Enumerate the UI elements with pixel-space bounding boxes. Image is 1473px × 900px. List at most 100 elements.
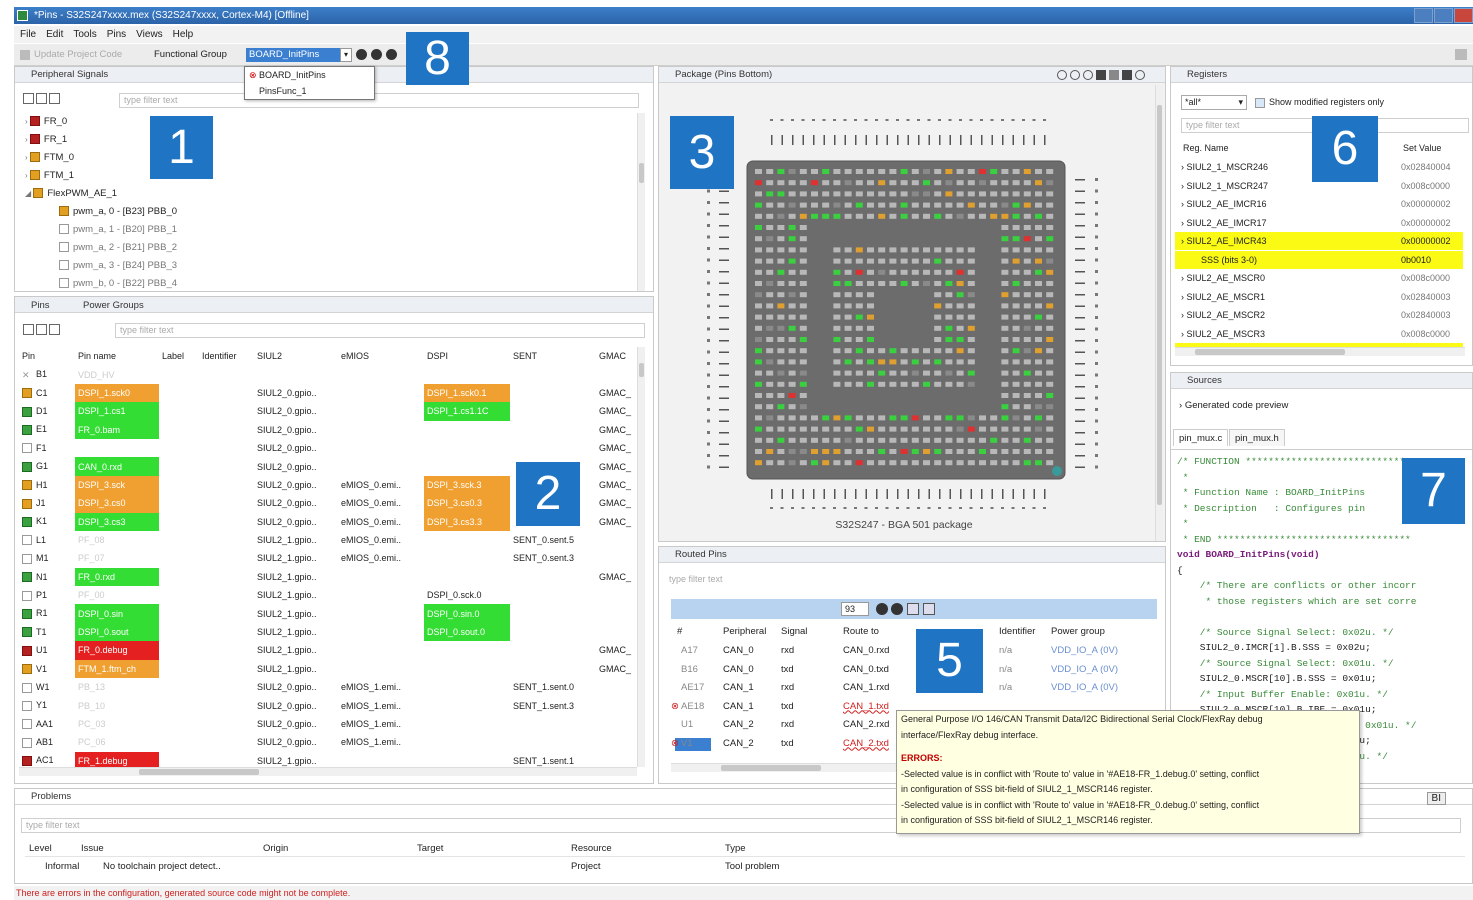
label-cell[interactable] (159, 476, 199, 494)
siul2-cell[interactable]: SIUL2_0.gpio.. (254, 402, 338, 420)
menu-tools[interactable]: Tools (73, 26, 96, 43)
routed-route[interactable]: CAN_0.rxd (843, 642, 889, 661)
dspi-cell[interactable] (424, 365, 510, 383)
problems-column-header[interactable]: Target (417, 843, 443, 854)
gmac-cell[interactable]: GMAC_ (596, 660, 636, 678)
tab-pins[interactable]: Pins (15, 297, 54, 312)
sent-cell[interactable]: SENT_1.sent.1 (510, 752, 596, 767)
siul2-cell[interactable]: SIUL2_0.gpio.. (254, 678, 338, 696)
sent-cell[interactable] (510, 402, 596, 420)
gmac-cell[interactable]: GMAC_ (596, 641, 636, 659)
sent-cell[interactable]: SENT_0.sent.3 (510, 549, 596, 567)
routed-column-header[interactable]: # (677, 623, 682, 642)
package-diagram[interactable] (669, 109, 1159, 529)
siul2-cell[interactable]: SIUL2_1.gpio.. (254, 752, 338, 767)
tab-power-groups[interactable]: Power Groups (73, 297, 149, 312)
table-row[interactable]: ✕ B1 VDD_HV (19, 365, 636, 383)
siul2-cell[interactable]: SIUL2_0.gpio.. (254, 494, 338, 512)
pins-column-header[interactable]: GMAC (596, 347, 636, 365)
label-cell[interactable] (159, 733, 199, 751)
emios-cell[interactable] (338, 586, 424, 604)
identifier-cell[interactable] (199, 439, 254, 457)
emios-cell[interactable] (338, 365, 424, 383)
zoom-in-icon[interactable] (1057, 70, 1067, 80)
label-cell[interactable] (159, 660, 199, 678)
identifier-cell[interactable] (199, 513, 254, 531)
register-row[interactable]: › SIUL2_AE_IMCR17 0x00000002 (1175, 214, 1463, 232)
emios-cell[interactable] (338, 402, 424, 420)
pins-column-header[interactable]: SIUL2 (254, 347, 338, 365)
register-row[interactable]: SSS (bits 3-0) 0b0010 (1175, 250, 1463, 269)
siul2-cell[interactable]: SIUL2_1.gpio.. (254, 531, 338, 549)
checkbox-icon[interactable] (59, 224, 69, 235)
label-cell[interactable] (159, 568, 199, 586)
checkbox-icon[interactable] (22, 572, 32, 583)
dspi-cell[interactable] (424, 568, 510, 586)
checkbox-icon[interactable] (29, 116, 40, 127)
identifier-cell[interactable] (199, 531, 254, 549)
siul2-cell[interactable]: SIUL2_0.gpio.. (254, 476, 338, 494)
table-row[interactable]: M1 PF_07 SIUL2_1.gpio.. eMIOS_0.emi.. SENT_0… (19, 549, 636, 567)
tab-pin-mux-h[interactable]: pin_mux.h (1229, 429, 1285, 446)
emios-cell[interactable]: eMIOS_1.emi.. (338, 715, 424, 733)
label-cell[interactable] (159, 696, 199, 714)
table-row[interactable]: L1 PF_08 SIUL2_1.gpio.. eMIOS_0.emi.. SENT_0… (19, 531, 636, 549)
table-row[interactable]: N1 FR_0.rxd SIUL2_1.gpio.. GMAC_ (19, 567, 636, 587)
remove-icon[interactable] (386, 49, 397, 60)
emios-cell[interactable] (338, 421, 424, 439)
sent-cell[interactable] (510, 439, 596, 457)
gmac-cell[interactable] (596, 678, 636, 696)
table-row[interactable]: F1 SIUL2_0.gpio.. GMAC_ (19, 439, 636, 457)
routed-route[interactable]: CAN_1.txd (843, 698, 889, 717)
dspi-cell[interactable]: DSPI_3.cs0.3 (424, 494, 510, 513)
dspi-cell[interactable] (424, 531, 510, 549)
emios-cell[interactable]: eMIOS_1.emi.. (338, 733, 424, 751)
routed-route[interactable]: CAN_1.rxd (843, 679, 889, 698)
gmac-cell[interactable] (596, 365, 636, 383)
dspi-cell[interactable] (424, 715, 510, 733)
tree-item[interactable]: pwm_a, 0 - [B23] PBB_0 (59, 203, 177, 221)
checkbox-icon[interactable] (33, 188, 44, 199)
dspi-cell[interactable]: DSPI_0.sck.0 (424, 586, 510, 604)
identifier-cell[interactable] (199, 623, 254, 641)
dspi-cell[interactable] (424, 641, 510, 659)
emios-cell[interactable]: eMIOS_0.emi.. (338, 476, 424, 494)
routed-row[interactable]: AE17 CAN_1 rxd CAN_1.rxd n/a VDD_IO_A (0V) (671, 679, 1157, 698)
checkbox-icon[interactable] (22, 627, 32, 638)
routed-column-header[interactable]: Signal (781, 623, 807, 642)
problems-column-header[interactable]: Type (725, 843, 746, 854)
zoom-out-icon[interactable] (1070, 70, 1080, 80)
identifier-cell[interactable] (199, 586, 254, 604)
siul2-cell[interactable]: SIUL2_0.gpio.. (254, 457, 338, 475)
gear-icon[interactable] (1135, 70, 1145, 80)
label-cell[interactable] (159, 384, 199, 402)
checkbox-icon[interactable] (22, 737, 32, 748)
checkbox-icon[interactable] (22, 700, 32, 711)
dspi-cell[interactable]: DSPI_1.sck0.1 (424, 383, 510, 403)
register-row[interactable]: › SIUL2_AE_IMCR43 0x00000002 (1175, 232, 1463, 250)
table-row[interactable]: Y1 PB_10 SIUL2_0.gpio.. eMIOS_1.emi.. SENT_1… (19, 696, 636, 714)
checkbox-icon[interactable] (22, 461, 32, 472)
register-row[interactable]: › SIUL2_AE_MSCR2 0x02840003 (1175, 306, 1463, 324)
dspi-cell[interactable] (424, 421, 510, 439)
checkbox-icon[interactable] (22, 756, 32, 767)
routed-column-header[interactable]: Route to (843, 623, 879, 642)
gmac-cell[interactable] (596, 752, 636, 767)
expand-arrow-icon[interactable]: ◢ (25, 189, 33, 198)
checkbox-icon[interactable] (59, 242, 69, 253)
table-row[interactable]: R1 DSPI_0.sin SIUL2_1.gpio.. DSPI_0.sin.0 (19, 604, 636, 623)
dropdown-option-board-initpins[interactable]: ⊗ BOARD_InitPins (245, 67, 374, 83)
checkbox-icon[interactable]: ✕ (22, 369, 32, 380)
table-row[interactable]: E1 FR_0.bam SIUL2_0.gpio.. GMAC_ (19, 420, 636, 439)
dspi-cell[interactable]: DSPI_3.sck.3 (424, 475, 510, 495)
siul2-cell[interactable]: SIUL2_1.gpio.. (254, 568, 338, 586)
identifier-cell[interactable] (199, 365, 254, 383)
label-cell[interactable] (159, 623, 199, 641)
tree-item[interactable]: ◢ FlexPWM_AE_1 (25, 185, 117, 203)
sent-cell[interactable] (510, 660, 596, 678)
gmac-cell[interactable] (596, 604, 636, 622)
gmac-cell[interactable] (596, 549, 636, 567)
table-row[interactable]: AA1 PC_03 SIUL2_0.gpio.. eMIOS_1.emi.. (19, 715, 636, 733)
move-up-icon[interactable] (907, 603, 919, 615)
dspi-cell[interactable] (424, 733, 510, 751)
